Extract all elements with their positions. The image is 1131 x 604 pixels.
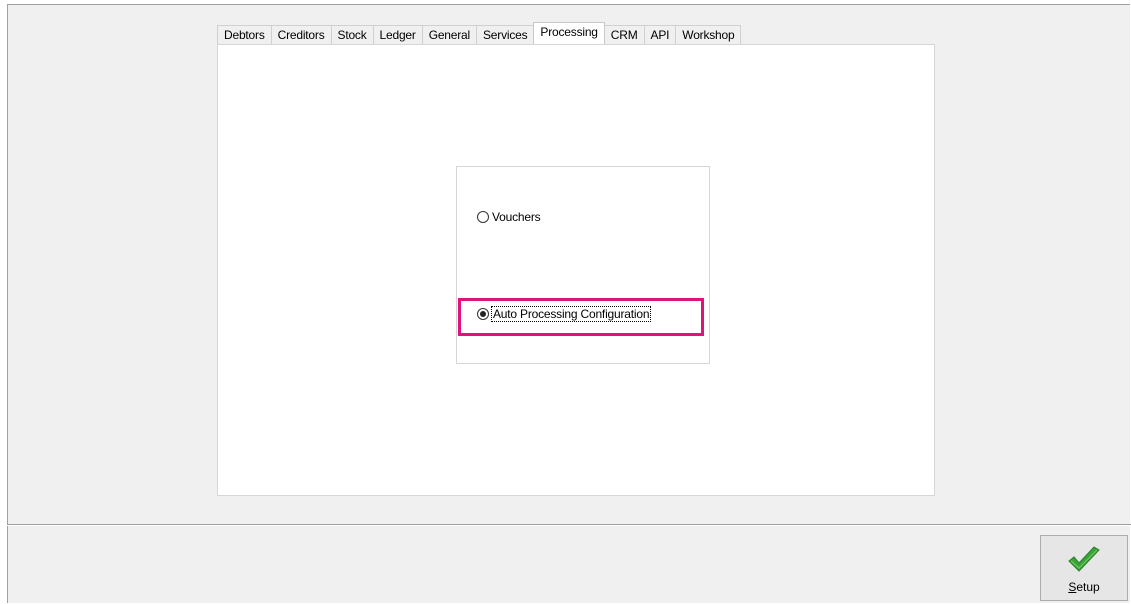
auto-processing-option[interactable]: Auto Processing Configuration [477, 306, 652, 322]
tab-workshop[interactable]: Workshop [675, 25, 742, 44]
tab-stock[interactable]: Stock [330, 25, 374, 44]
auto-processing-radio[interactable] [477, 308, 489, 320]
setup-button[interactable]: Setup [1040, 535, 1128, 601]
vouchers-option[interactable]: Vouchers [477, 210, 541, 224]
tab-api[interactable]: API [643, 25, 677, 44]
footer-divider-highlight [7, 525, 1131, 526]
auto-processing-label: Auto Processing Configuration [490, 306, 652, 322]
tab-services[interactable]: Services [476, 25, 535, 44]
processing-tab-panel: Vouchers Auto Processing Configuration [217, 44, 935, 496]
tab-crm[interactable]: CRM [603, 25, 645, 44]
vouchers-radio[interactable] [477, 211, 489, 223]
tab-debtors[interactable]: Debtors [217, 25, 272, 44]
tab-creditors[interactable]: Creditors [270, 25, 332, 44]
setup-button-label: Setup [1068, 580, 1100, 594]
tab-general[interactable]: General [421, 25, 477, 44]
green-checkmark-icon [1068, 546, 1100, 572]
processing-options-group: Vouchers Auto Processing Configuration [456, 166, 710, 364]
settings-tab-strip: Debtors Creditors Stock Ledger General S… [217, 22, 742, 44]
tab-ledger[interactable]: Ledger [372, 25, 423, 44]
tab-processing[interactable]: Processing [533, 22, 605, 44]
vouchers-label: Vouchers [492, 210, 541, 224]
